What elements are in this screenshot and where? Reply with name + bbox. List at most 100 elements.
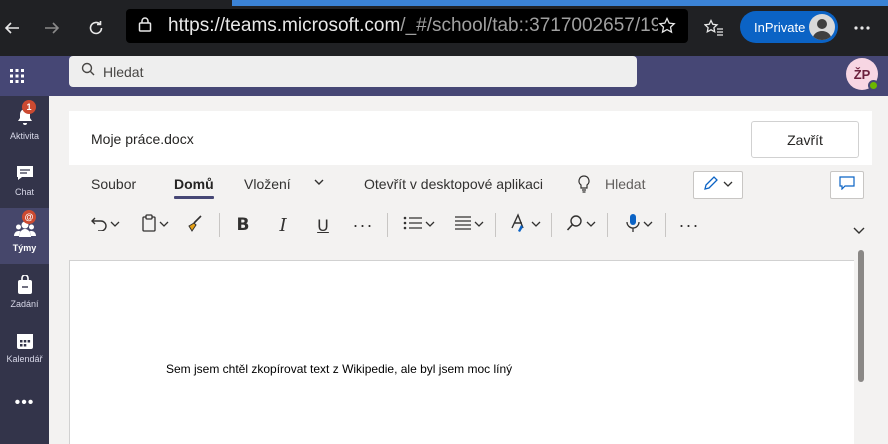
forward-icon[interactable] — [38, 14, 66, 42]
chevron-down-icon — [159, 216, 169, 234]
rail-item-label: Týmy — [12, 243, 37, 253]
italic-icon: I — [279, 214, 287, 236]
bullet-list-icon — [403, 215, 423, 236]
more-apps-button[interactable]: ••• — [0, 378, 49, 428]
bold-icon: B — [236, 215, 250, 235]
document-header: Moje práce.docx Zavřít — [69, 111, 872, 165]
document-title: Moje práce.docx — [91, 131, 194, 147]
editing-mode-button[interactable] — [693, 171, 743, 199]
avatar-initials: ŽP — [853, 66, 871, 82]
chevron-down-icon — [531, 216, 541, 234]
toolbar-divider — [219, 213, 220, 237]
format-painter-button[interactable] — [181, 211, 209, 239]
format-painter-icon — [186, 214, 204, 237]
toolbar-divider — [551, 213, 552, 237]
rail-item-assignments[interactable]: Zadání — [0, 264, 49, 320]
teams-header: Hledat ŽP — [0, 56, 888, 96]
rail-item-activity[interactable]: 1 Aktivita — [0, 96, 49, 152]
document-page[interactable]: Sem jsem chtěl zkopírovat text z Wikiped… — [69, 260, 854, 444]
address-bar[interactable]: https://teams.microsoft.com/_#/school/ta… — [126, 9, 688, 43]
clipboard-icon — [141, 213, 157, 237]
app-rail: 1 Aktivita Chat @ Týmy Zadání Kalendář •… — [0, 96, 49, 444]
pen-icon — [703, 175, 719, 196]
url-path: /_#/school/tab::3717002657/19:dca7... — [400, 15, 658, 36]
underline-button[interactable]: U — [309, 211, 337, 239]
ribbon-search[interactable]: Hledat — [605, 176, 645, 192]
search-placeholder: Hledat — [103, 63, 144, 80]
open-in-desktop-app[interactable]: Otevřít v desktopové aplikaci — [364, 176, 543, 192]
favorite-star-icon[interactable] — [658, 16, 676, 40]
undo-icon — [90, 215, 108, 236]
rail-item-label: Kalendář — [6, 354, 43, 364]
undo-button[interactable] — [85, 211, 125, 239]
chat-icon — [15, 163, 35, 185]
rail-item-label: Zadání — [10, 299, 39, 309]
url-host: https://teams.microsoft.com — [168, 15, 401, 36]
italic-button[interactable]: I — [269, 211, 297, 239]
microphone-icon — [625, 213, 641, 238]
active-tab-indicator — [174, 196, 214, 199]
browser-toolbar: https://teams.microsoft.com/_#/school/ta… — [0, 0, 888, 56]
rail-item-teams[interactable]: @ Týmy — [0, 208, 49, 264]
paste-button[interactable] — [135, 211, 175, 239]
bold-button[interactable]: B — [229, 211, 257, 239]
comments-button[interactable] — [830, 171, 864, 199]
ribbon-tabs: Soubor Domů Vložení Otevřít v desktopové… — [69, 165, 888, 205]
rail-item-chat[interactable]: Chat — [0, 152, 49, 208]
rail-item-calendar[interactable]: Kalendář — [0, 320, 49, 376]
more-icon: ··· — [352, 215, 374, 235]
search-icon — [81, 62, 95, 81]
chevron-down-icon — [853, 222, 865, 240]
scrollbar-thumb[interactable] — [858, 250, 864, 382]
rail-item-label: Chat — [14, 187, 34, 197]
chevron-down-icon — [643, 216, 653, 234]
tab-file[interactable]: Soubor — [91, 176, 136, 192]
styles-button[interactable] — [505, 211, 545, 239]
styles-icon — [509, 212, 529, 238]
tab-strip — [232, 0, 888, 6]
chevron-down-icon — [586, 216, 596, 234]
close-button[interactable]: Zavřít — [751, 121, 859, 158]
more-icon: ··· — [678, 215, 700, 235]
url-text[interactable]: https://teams.microsoft.com/_#/school/ta… — [168, 15, 658, 37]
align-icon — [454, 215, 472, 236]
inprivate-label: InPrivate — [754, 19, 806, 35]
toolbar-divider — [607, 213, 608, 237]
mention-badge: @ — [22, 210, 36, 224]
document-body-text[interactable]: Sem jsem chtěl zkopírovat text z Wikiped… — [166, 362, 512, 376]
more-font-options-button[interactable]: ··· — [347, 211, 379, 239]
favorites-icon[interactable] — [700, 14, 728, 42]
lightbulb-icon — [577, 175, 591, 196]
notification-badge: 1 — [22, 100, 36, 114]
avatar[interactable]: ŽP — [846, 58, 879, 91]
tab-insert[interactable]: Vložení — [244, 176, 291, 192]
more-apps-icon: ••• — [14, 394, 35, 411]
refresh-icon[interactable] — [82, 14, 110, 42]
expand-ribbon-button[interactable] — [849, 223, 869, 239]
chevron-down-icon — [723, 176, 733, 194]
back-icon[interactable] — [0, 14, 26, 42]
more-options-button[interactable]: ··· — [673, 211, 705, 239]
bullets-button[interactable] — [399, 211, 439, 239]
lock-icon[interactable] — [138, 16, 152, 37]
find-button[interactable] — [561, 211, 601, 239]
toolbar-divider — [665, 213, 666, 237]
ribbon-toolbar: B I U ··· ··· — [69, 205, 888, 245]
more-tabs-chevron-icon[interactable] — [313, 175, 325, 191]
chevron-down-icon — [474, 216, 484, 234]
find-icon — [566, 214, 584, 237]
inprivate-button[interactable]: InPrivate — [740, 11, 838, 43]
search-input[interactable]: Hledat — [69, 56, 637, 87]
browser-menu-icon[interactable] — [848, 14, 876, 42]
chevron-down-icon — [110, 216, 120, 234]
rail-item-label: Aktivita — [9, 131, 39, 141]
dictate-button[interactable] — [619, 211, 659, 239]
underline-icon: U — [317, 215, 329, 235]
app-launcher-icon[interactable] — [0, 56, 34, 96]
alignment-button[interactable] — [449, 211, 489, 239]
right-gutter — [868, 248, 888, 444]
toolbar-divider — [387, 213, 388, 237]
tab-home[interactable]: Domů — [174, 176, 214, 192]
toolbar-divider — [495, 213, 496, 237]
comment-icon — [839, 175, 855, 195]
